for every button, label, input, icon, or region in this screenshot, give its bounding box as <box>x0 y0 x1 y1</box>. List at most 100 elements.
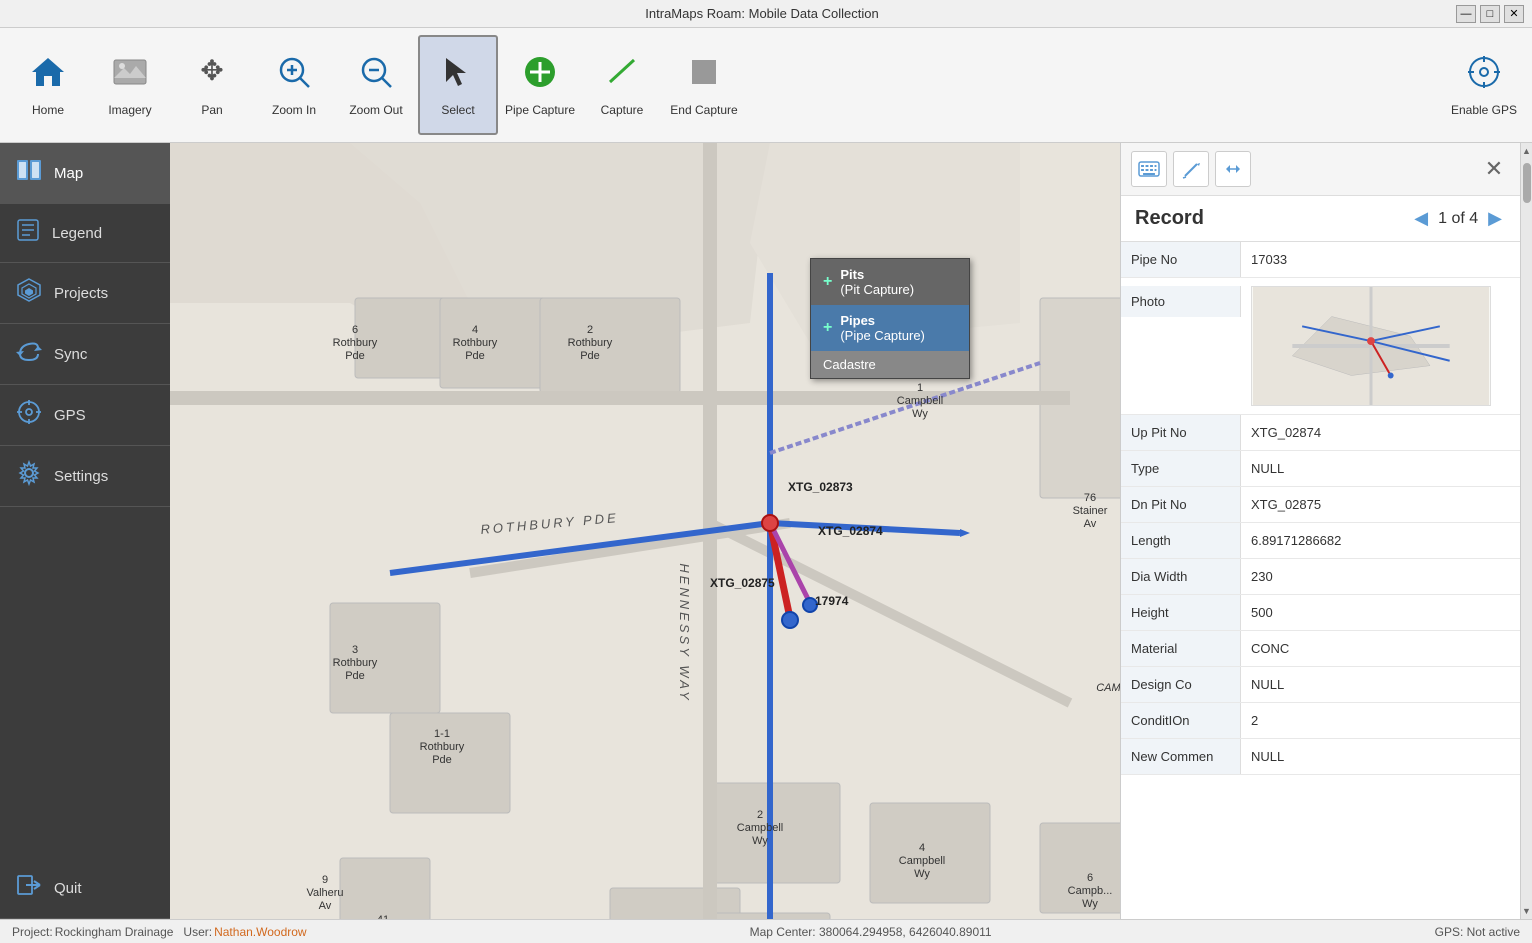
pan-button[interactable]: ✥ Pan <box>172 35 252 135</box>
svg-text:Rothbury: Rothbury <box>453 337 498 349</box>
home-button[interactable]: Home <box>8 35 88 135</box>
navigate-button[interactable] <box>1215 151 1251 187</box>
sidebar-item-settings[interactable]: Settings <box>0 446 170 507</box>
sidebar-item-map[interactable]: Map <box>0 143 170 204</box>
scroll-down-arrow[interactable]: ▼ <box>1521 903 1532 919</box>
sidebar-item-sync[interactable]: Sync <box>0 324 170 385</box>
keyboard-button[interactable] <box>1131 151 1167 187</box>
capture-label: Capture <box>601 103 644 117</box>
photo-thumbnail[interactable] <box>1251 286 1491 406</box>
enable-gps-button[interactable]: Enable GPS <box>1444 35 1524 135</box>
maximize-button[interactable]: □ <box>1480 5 1500 23</box>
sidebar: Map Legend <box>0 143 170 919</box>
dropdown-cadastre[interactable]: Cadastre <box>811 351 969 378</box>
svg-text:Valheru: Valheru <box>306 887 343 899</box>
status-bar: Project: Rockingham Drainage User: Natha… <box>0 919 1532 943</box>
pipes-plus-icon: + <box>823 319 832 337</box>
sidebar-legend-label: Legend <box>52 225 102 242</box>
svg-text:6: 6 <box>352 324 358 336</box>
record-page-info: 1 of 4 <box>1438 210 1478 228</box>
svg-text:6: 6 <box>1087 872 1093 884</box>
svg-text:Campb...: Campb... <box>1068 885 1113 897</box>
dropdown-pits[interactable]: + Pits(Pit Capture) <box>811 259 969 305</box>
record-next-button[interactable]: ▶ <box>1484 206 1506 231</box>
select-button[interactable]: Select <box>418 35 498 135</box>
record-prev-button[interactable]: ◀ <box>1410 206 1432 231</box>
imagery-button[interactable]: Imagery <box>90 35 170 135</box>
sidebar-sync-label: Sync <box>54 346 87 363</box>
select-label: Select <box>441 103 474 117</box>
sidebar-quit-label: Quit <box>54 880 82 897</box>
svg-text:2: 2 <box>587 324 593 336</box>
end-capture-button[interactable]: End Capture <box>664 35 744 135</box>
sidebar-item-legend[interactable]: Legend <box>0 204 170 263</box>
svg-text:Wy: Wy <box>752 835 768 847</box>
svg-text:Pde: Pde <box>465 350 485 362</box>
svg-text:Rothbury: Rothbury <box>333 337 378 349</box>
svg-text:1: 1 <box>917 382 923 394</box>
dropdown-pipes[interactable]: + Pipes(Pipe Capture) <box>811 305 969 351</box>
svg-text:Wy: Wy <box>1082 898 1098 910</box>
record-nav: ◀ 1 of 4 ▶ <box>1410 206 1506 231</box>
svg-text:XTG_02875: XTG_02875 <box>710 576 775 590</box>
field-up-pit-no: Up Pit No XTG_02874 <box>1121 415 1520 451</box>
svg-text:Wy: Wy <box>914 868 930 880</box>
svg-text:2: 2 <box>757 809 763 821</box>
field-label-condition: ConditIOn <box>1121 703 1241 738</box>
pipe-capture-button[interactable]: Pipe Capture <box>500 35 580 135</box>
svg-text:Pde: Pde <box>580 350 600 362</box>
enable-gps-label: Enable GPS <box>1451 103 1517 117</box>
status-user-name: Nathan.Woodrow <box>214 925 307 939</box>
field-value-design-co: NULL <box>1241 667 1520 702</box>
sidebar-item-projects[interactable]: Projects <box>0 263 170 324</box>
status-map-center: Map Center: 380064.294958, 6426040.89011 <box>307 925 1435 939</box>
map-area[interactable]: 6 Rothbury Pde 4 Rothbury Pde 2 Rothbury… <box>170 143 1120 919</box>
field-length: Length 6.89171286682 <box>1121 523 1520 559</box>
status-user-label: User: <box>183 925 212 939</box>
minimize-button[interactable]: — <box>1456 5 1476 23</box>
window-title: IntraMaps Roam: Mobile Data Collection <box>68 6 1456 21</box>
field-type: Type NULL <box>1121 451 1520 487</box>
field-value-type: NULL <box>1241 451 1520 486</box>
end-capture-icon <box>686 54 722 97</box>
svg-text:76: 76 <box>1084 492 1096 504</box>
field-label-design-co: Design Co <box>1121 667 1241 702</box>
capture-button[interactable]: Capture <box>582 35 662 135</box>
right-scrollbar[interactable]: ▲ ▼ <box>1520 143 1532 919</box>
sidebar-item-quit[interactable]: Quit <box>0 858 170 919</box>
status-gps: GPS: Not active <box>1435 925 1520 939</box>
svg-text:1-1: 1-1 <box>434 728 450 740</box>
record-header: Record ◀ 1 of 4 ▶ <box>1121 196 1520 242</box>
svg-text:41: 41 <box>377 914 389 919</box>
field-label-height: Height <box>1121 595 1241 630</box>
record-body: Pipe No 17033 Photo <box>1121 242 1520 919</box>
field-value-material: CONC <box>1241 631 1520 666</box>
close-button[interactable]: ✕ <box>1504 5 1524 23</box>
zoom-out-button[interactable]: Zoom Out <box>336 35 416 135</box>
field-dia-width: Dia Width 230 <box>1121 559 1520 595</box>
field-condition: ConditIOn 2 <box>1121 703 1520 739</box>
sidebar-settings-label: Settings <box>54 468 108 485</box>
field-photo: Photo <box>1121 278 1520 415</box>
sidebar-projects-label: Projects <box>54 285 108 302</box>
sidebar-map-label: Map <box>54 165 83 182</box>
svg-text:Wy: Wy <box>912 408 928 420</box>
field-value-condition: 2 <box>1241 703 1520 738</box>
status-project-name: Rockingham Drainage <box>55 925 174 939</box>
title-bar: IntraMaps Roam: Mobile Data Collection —… <box>0 0 1532 28</box>
sidebar-item-gps[interactable]: GPS <box>0 385 170 446</box>
scroll-up-arrow[interactable]: ▲ <box>1521 143 1532 159</box>
field-value-height: 500 <box>1241 595 1520 630</box>
pipes-label: Pipes(Pipe Capture) <box>840 313 925 343</box>
select-icon <box>440 54 476 97</box>
svg-text:XTG_02873: XTG_02873 <box>788 480 853 494</box>
scroll-thumb[interactable] <box>1523 163 1531 203</box>
field-value-length: 6.89171286682 <box>1241 523 1520 558</box>
zoom-in-button[interactable]: Zoom In <box>254 35 334 135</box>
quit-icon <box>16 872 42 904</box>
edit-button[interactable] <box>1173 151 1209 187</box>
map-svg: 6 Rothbury Pde 4 Rothbury Pde 2 Rothbury… <box>170 143 1120 919</box>
pits-plus-icon: + <box>823 273 832 291</box>
close-record-button[interactable]: ✕ <box>1478 153 1510 185</box>
map-icon <box>16 157 42 189</box>
